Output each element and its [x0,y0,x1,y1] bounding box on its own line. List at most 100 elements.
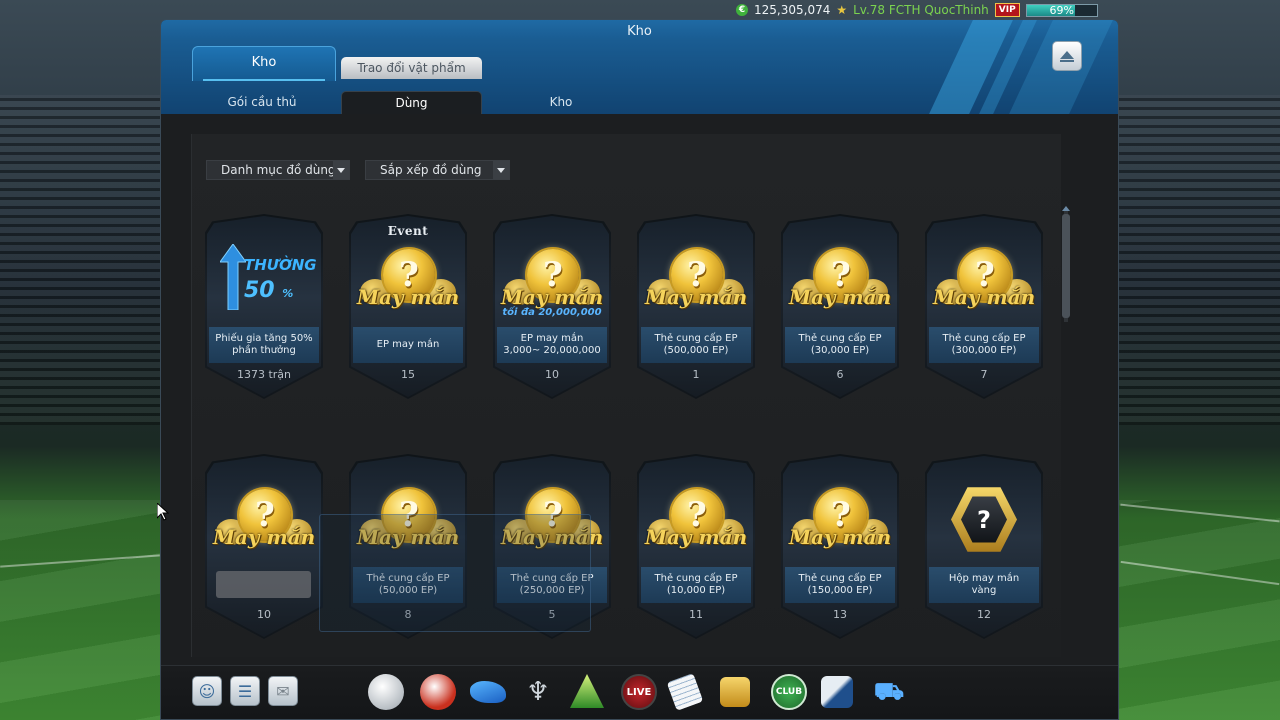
subtab-player-packs[interactable]: Gói cầu thủ [201,91,323,114]
coin-art-word: May mắn [644,524,748,549]
item-art: ? May mắn [637,472,755,567]
lucky-coin-icon: ? May mắn [932,243,1036,317]
item-name: Phiếu gia tăng 50% phần thưởng [209,327,319,363]
chevron-down-icon [493,161,509,179]
exp-progress-text: 69% [1049,3,1074,17]
item-card[interactable]: ? May mắn 10 [205,454,323,639]
item-art: ? May mắn [637,232,755,327]
storage-window: Kho Kho Trao đổi vật phẩm Gói cầu thủ Dù… [160,19,1119,720]
item-art: ? May mắn [925,232,1043,327]
subtab-storage[interactable]: Kho [501,91,621,114]
mouse-cursor-icon [157,503,169,521]
item-card[interactable]: ? May mắn Thẻ cung cấp EP (300,000 EP) 7 [925,214,1043,399]
gold-box-icon: ? [951,487,1017,552]
lucky-coin-icon: ? May mắn [788,243,892,317]
live-icon-label: LIVE [626,686,652,698]
window-title: Kho [627,24,652,39]
tab-trade-items[interactable]: Trao đổi vật phẩm [341,57,482,79]
mail-icon[interactable]: ✉ [268,676,298,706]
lucky-coin-icon: ? May mắn [212,483,316,557]
eject-icon-bar [1060,60,1074,62]
ball-icon[interactable] [420,674,456,710]
exp-progress-bar: 69% [1025,3,1098,17]
close-window-button[interactable] [1052,41,1082,71]
boots-icon[interactable] [470,681,506,703]
faded-tooltip [319,514,591,632]
item-name: EP may mắn [353,327,463,363]
item-card[interactable]: ? Hộp may mắn vàng 12 [925,454,1043,639]
pitch-line [1120,560,1280,586]
trophy-icon[interactable]: ♆ [520,674,556,710]
item-name: Thẻ cung cấp EP (30,000 EP) [785,327,895,363]
boost-pct-value: 50 [244,277,275,303]
item-card[interactable]: ? May mắn Event EP may mắn 15 [349,214,467,399]
boost-icon: THƯỜNG 50 % [214,240,317,320]
boost-art-percent: 50 % [244,278,293,303]
subtab-bar: Gói cầu thủ Dùng Kho [161,91,1118,114]
club-icon-label: CLUB [775,687,803,697]
pitch-line [0,554,160,568]
item-card[interactable]: ? May mắn Thẻ cung cấp EP (500,000 EP) 1 [637,214,755,399]
item-name: Thẻ cung cấp EP (10,000 EP) [641,567,751,603]
friends-icon[interactable]: ☺ [192,676,222,706]
league-icon[interactable] [570,674,604,708]
chevron-down-icon [333,161,349,179]
scroll-up-icon[interactable] [1062,206,1070,211]
use-item-button[interactable] [216,571,311,598]
coin-art-word: May mắn [500,284,604,309]
notes-icon[interactable] [666,673,704,711]
pitch-line [1120,503,1280,523]
category-dropdown-label: Danh mục đồ dùng [221,163,336,177]
item-art: ? May mắn [781,232,899,327]
currency-amount: 125,305,074 [754,3,831,17]
item-card[interactable]: ? May mắn Thẻ cung cấp EP (10,000 EP) 11 [637,454,755,639]
item-art: ? May mắn [349,232,467,327]
player-icon[interactable] [821,676,853,708]
shop-cart-icon[interactable]: ⛟ [871,674,907,710]
item-art: ? [925,472,1043,567]
boost-art-word: THƯỜNG [244,255,317,274]
level-star-icon: ★ [836,3,848,17]
question-mark-icon: ? [961,496,1007,543]
category-dropdown[interactable]: Danh mục đồ dùng [206,160,350,180]
boost-pct-unit: % [282,286,294,300]
item-card[interactable]: THƯỜNG 50 % Phiếu gia tăng 50% phần thưởng… [205,214,323,399]
item-name: Hộp may mắn vàng [929,567,1039,603]
item-art: ? May mắn [781,472,899,567]
ep-coin-icon: € [736,4,748,16]
coin-art-word: May mắn [932,284,1036,309]
item-scrollbar[interactable] [1061,206,1071,322]
up-arrow-icon [220,243,246,310]
item-art: ? May mắn tối đa 20,000,000 [493,232,611,327]
chat-icon[interactable]: ☰ [230,676,260,706]
item-name: Thẻ cung cấp EP (500,000 EP) [641,327,751,363]
sort-dropdown-label: Sắp xếp đồ dùng [380,163,482,177]
lucky-coin-icon: ? May mắn [644,243,748,317]
coin-art-word: May mắn [644,284,748,309]
tab-kho[interactable]: Kho [192,46,336,81]
item-card[interactable]: ? May mắn Thẻ cung cấp EP (150,000 EP) 13 [781,454,899,639]
sort-dropdown[interactable]: Sắp xếp đồ dùng [365,160,510,180]
coin-art-sub: tối đa 20,000,000 [502,306,602,318]
item-name: EP may mắn 3,000~ 20,000,000 [497,327,607,363]
item-card[interactable]: ? May mắn Thẻ cung cấp EP (30,000 EP) 6 [781,214,899,399]
content-area: Danh mục đồ dùng Sắp xếp đồ dùng THƯỜNG 5… [161,114,1118,665]
item-card[interactable]: ? May mắn tối đa 20,000,000 EP may mắn 3,00… [493,214,611,399]
coin-art-word: May mắn [788,524,892,549]
lucky-coin-icon: ? May mắn tối đa 20,000,000 [500,243,604,318]
whistle-icon[interactable] [368,674,404,710]
subtab-use[interactable]: Dùng [341,91,482,114]
club-icon[interactable]: CLUB [771,674,807,710]
lucky-coin-icon: ? May mắn [356,243,460,317]
bottom-toolbar: ☺ ☰ ✉ ♆ LIVE CLUB ⛟ [161,665,1118,719]
item-name: Thẻ cung cấp EP (150,000 EP) [785,567,895,603]
live-icon[interactable]: LIVE [621,674,657,710]
item-art: ? May mắn [205,472,323,567]
coin-art-word: May mắn [356,284,460,309]
lucky-coin-icon: ? May mắn [644,483,748,557]
scroll-thumb[interactable] [1062,214,1070,318]
shirt-icon[interactable] [720,677,750,707]
event-tag: Event [387,224,429,238]
eject-icon [1060,50,1074,59]
window-header: Kho Kho Trao đổi vật phẩm Gói cầu thủ Dù… [161,20,1118,114]
